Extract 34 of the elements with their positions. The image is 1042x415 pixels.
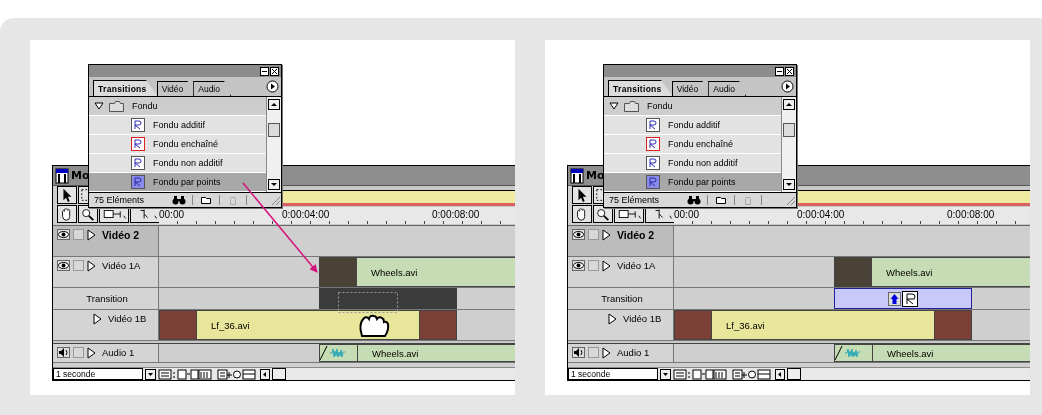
transition-name: Fondu enchaîné [668, 139, 734, 149]
clip-label: Wheels.avi [372, 347, 419, 359]
track-name: Vidéo 1B [623, 313, 662, 324]
folder-name: Fondu [132, 101, 158, 111]
timecode-label: 0:00:08:00 [432, 208, 481, 220]
timecode-label: 0:00:08:00 [947, 208, 996, 220]
transition-name: Fondu non additif [153, 158, 223, 168]
track-name: Audio 1 [617, 347, 650, 358]
timecode-label: 0:00:04:00 [282, 208, 331, 220]
timecode-label: 00:00 [674, 208, 701, 220]
transition-name: Fondu par points [153, 177, 221, 187]
clip-label: Lf_36.avi [726, 319, 765, 331]
track-name: Vidéo 1B [108, 313, 147, 324]
transition-name: Fondu non additif [668, 158, 738, 168]
item-count: 75 Eléments [608, 195, 661, 205]
item-count: 75 Eléments [93, 195, 146, 205]
transition-name: Fondu enchaîné [153, 139, 219, 149]
clip-label: Lf_36.avi [211, 319, 250, 331]
clip-label: Wheels.avi [886, 266, 933, 278]
timecode-label: 00:00 [159, 208, 186, 220]
track-name: Vidéo 2 [617, 229, 655, 241]
track-name: Transition [601, 293, 643, 304]
transition-name: Fondu additif [668, 120, 721, 130]
track-name: Vidéo 2 [102, 229, 140, 241]
track-name: Vidéo 1A [617, 260, 656, 271]
timecode-label: 0:00:04:00 [797, 208, 846, 220]
clip-label: Wheels.avi [887, 347, 934, 359]
track-name: Transition [86, 293, 128, 304]
transition-name: Fondu par points [668, 177, 736, 187]
clip-label: Wheels.avi [371, 266, 418, 278]
transition-name: Fondu additif [153, 120, 206, 130]
folder-name: Fondu [647, 101, 673, 111]
track-name: Vidéo 1A [102, 260, 141, 271]
track-name: Audio 1 [102, 347, 135, 358]
